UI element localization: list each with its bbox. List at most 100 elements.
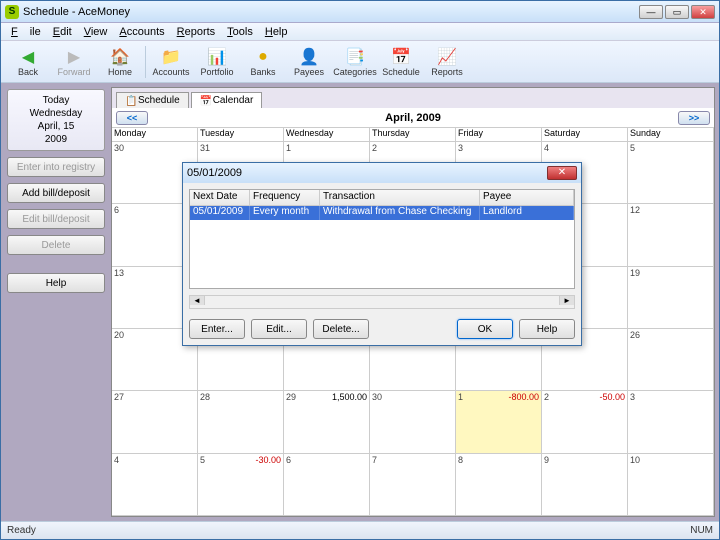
calendar-cell[interactable]: 5-30.00 (198, 454, 284, 516)
dialog-close-button[interactable]: ✕ (547, 166, 577, 180)
day-number: 29 (286, 392, 296, 402)
menu-accounts[interactable]: Accounts (113, 26, 170, 38)
maximize-button[interactable]: ▭ (665, 5, 689, 19)
prev-month-button[interactable]: << (116, 111, 148, 125)
day-number: 3 (630, 392, 635, 402)
day-number: 30 (114, 143, 124, 153)
tab-calendar[interactable]: 📅Calendar (191, 92, 263, 108)
menu-reports[interactable]: Reports (171, 26, 222, 38)
calendar-tab-icon: 📅 (200, 96, 210, 106)
forward-button[interactable]: ▶Forward (51, 43, 97, 81)
transaction-list[interactable]: Next Date Frequency Transaction Payee 05… (189, 189, 575, 289)
dialog-titlebar: 05/01/2009 ✕ (183, 163, 581, 183)
accounts-button[interactable]: 📁Accounts (148, 43, 194, 81)
banks-button[interactable]: ●Banks (240, 43, 286, 81)
titlebar: S Schedule - AceMoney — ▭ ✕ (1, 1, 719, 23)
portfolio-icon: 📊 (207, 47, 227, 67)
dialog-enter-button[interactable]: Enter... (189, 319, 245, 339)
close-button[interactable]: ✕ (691, 5, 715, 19)
horizontal-scrollbar[interactable] (189, 295, 575, 309)
home-icon: 🏠 (110, 47, 130, 67)
calendar-cell[interactable]: 9 (542, 454, 628, 516)
menu-tools[interactable]: Tools (221, 26, 259, 38)
tabstrip: 📋Schedule 📅Calendar (112, 88, 714, 108)
schedule-icon: 📅 (391, 47, 411, 67)
dialog-ok-button[interactable]: OK (457, 319, 513, 339)
window-title: Schedule - AceMoney (23, 6, 130, 18)
cell-next-date: 05/01/2009 (190, 206, 250, 220)
dialog-help-button[interactable]: Help (519, 319, 575, 339)
dialog-buttons: Enter... Edit... Delete... OK Help (183, 313, 581, 345)
col-frequency[interactable]: Frequency (250, 190, 320, 205)
menu-file[interactable]: File (5, 26, 47, 38)
calendar-cell[interactable]: 30 (370, 391, 456, 453)
day-number: 4 (544, 143, 549, 153)
list-header: Next Date Frequency Transaction Payee (190, 190, 574, 206)
calendar-cell[interactable]: 12 (628, 204, 714, 266)
toolbar-separator (145, 46, 146, 78)
calendar-cell[interactable]: 10 (628, 454, 714, 516)
day-number: 20 (114, 330, 124, 340)
calendar-cell[interactable]: 5 (628, 142, 714, 204)
tab-schedule[interactable]: 📋Schedule (116, 92, 189, 108)
today-label: Today (12, 94, 100, 107)
day-number: 1 (458, 392, 463, 402)
calendar-cell[interactable]: 29 1,500.00 (284, 391, 370, 453)
help-button[interactable]: Help (7, 273, 105, 293)
menu-help[interactable]: Help (259, 26, 294, 38)
delete-button[interactable]: Delete (7, 235, 105, 255)
day-number: 5 (630, 143, 635, 153)
payees-button[interactable]: 👤Payees (286, 43, 332, 81)
day-number: 10 (630, 455, 640, 465)
back-icon: ◀ (18, 47, 38, 67)
dayhdr-sun: Sunday (628, 128, 714, 142)
dayhdr-sat: Saturday (542, 128, 628, 142)
calendar-cell[interactable]: 8 (456, 454, 542, 516)
dialog-edit-button[interactable]: Edit... (251, 319, 307, 339)
dayhdr-thu: Thursday (370, 128, 456, 142)
dialog-title: 05/01/2009 (187, 167, 242, 179)
calendar-cell[interactable]: 2-50.00 (542, 391, 628, 453)
dayhdr-fri: Friday (456, 128, 542, 142)
col-payee[interactable]: Payee (480, 190, 574, 205)
calendar-cell[interactable]: 27 (112, 391, 198, 453)
schedule-button[interactable]: 📅Schedule (378, 43, 424, 81)
calendar-cell[interactable]: 26 (628, 329, 714, 391)
banks-icon: ● (253, 47, 273, 67)
col-transaction[interactable]: Transaction (320, 190, 480, 205)
day-number: 1 (286, 143, 291, 153)
calendar-cell[interactable]: 4 (112, 454, 198, 516)
day-number: 6 (114, 205, 119, 215)
day-headers: Monday Tuesday Wednesday Thursday Friday… (112, 128, 714, 142)
col-next-date[interactable]: Next Date (190, 190, 250, 205)
day-number: 12 (630, 205, 640, 215)
calendar-header: << April, 2009 >> (112, 108, 714, 128)
menu-view[interactable]: View (78, 26, 114, 38)
back-button[interactable]: ◀Back (5, 43, 51, 81)
accounts-icon: 📁 (161, 47, 181, 67)
calendar-cell[interactable]: 7 (370, 454, 456, 516)
calendar-cell[interactable]: 1-800.00 (456, 391, 542, 453)
enter-registry-button[interactable]: Enter into registry (7, 157, 105, 177)
minimize-button[interactable]: — (639, 5, 663, 19)
list-row[interactable]: 05/01/2009 Every month Withdrawal from C… (190, 206, 574, 220)
calendar-cell[interactable]: 19 (628, 267, 714, 329)
calendar-cell[interactable]: 3 (628, 391, 714, 453)
reports-button[interactable]: 📈Reports (424, 43, 470, 81)
categories-button[interactable]: 📑Categories (332, 43, 378, 81)
menu-edit[interactable]: Edit (47, 26, 78, 38)
day-number: 9 (544, 455, 549, 465)
next-month-button[interactable]: >> (678, 111, 710, 125)
home-button[interactable]: 🏠Home (97, 43, 143, 81)
portfolio-button[interactable]: 📊Portfolio (194, 43, 240, 81)
day-number: 27 (114, 392, 124, 402)
app-icon: S (5, 5, 19, 19)
dialog-delete-button[interactable]: Delete... (313, 319, 369, 339)
day-number: 5 (200, 455, 205, 465)
day-number: 26 (630, 330, 640, 340)
calendar-cell[interactable]: 6 (284, 454, 370, 516)
add-bill-button[interactable]: Add bill/deposit (7, 183, 105, 203)
edit-bill-button[interactable]: Edit bill/deposit (7, 209, 105, 229)
calendar-cell[interactable]: 28 (198, 391, 284, 453)
cell-amount: 1,500.00 (332, 392, 367, 402)
